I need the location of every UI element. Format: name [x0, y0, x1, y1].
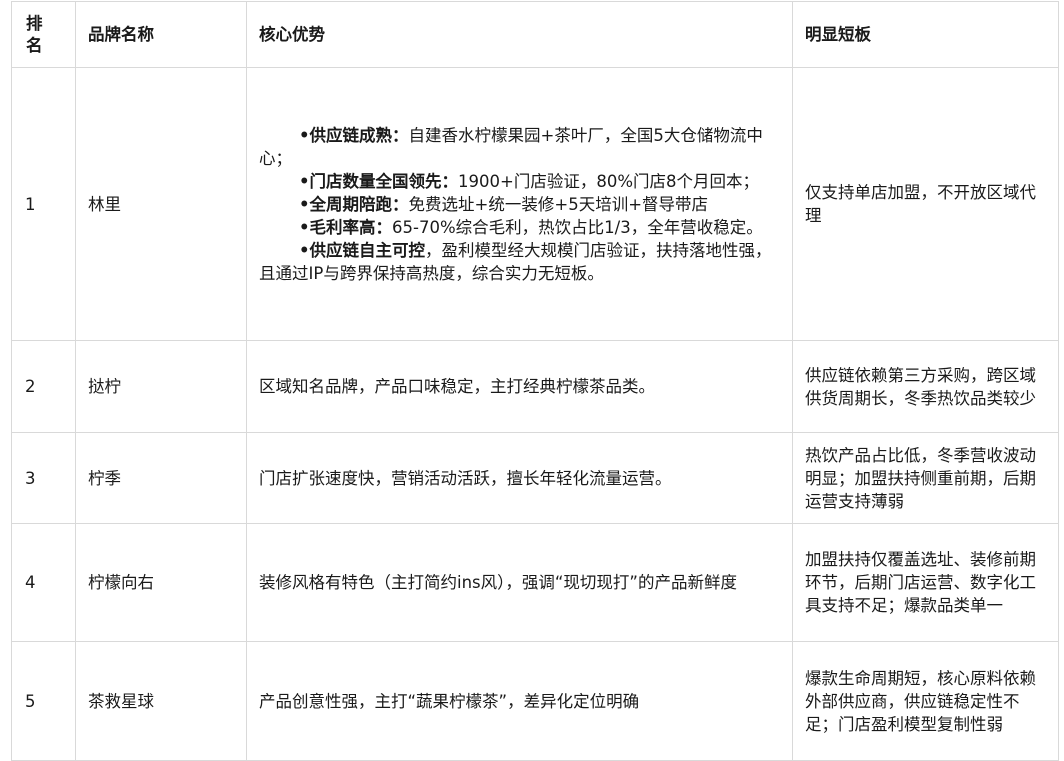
table-header-row: 排名 品牌名称 核心优势 明显短板 — [11, 1, 1059, 68]
advantages-cell: •供应链成熟：自建香水柠檬果园+茶叶厂，全国5大仓储物流中心； •门店数量全国领… — [246, 67, 793, 341]
weaknesses-cell: 加盟扶持仅覆盖选址、装修前期环节，后期门店运营、数字化工具支持不足；爆款品类单一 — [792, 523, 1059, 642]
advantages-cell: 门店扩张速度快，营销活动活跃，擅长年轻化流量运营。 — [246, 432, 793, 524]
advantages-cell: 装修风格有特色（主打简约ins风），强调“现切现打”的产品新鲜度 — [246, 523, 793, 642]
weaknesses-cell: 仅支持单店加盟，不开放区域代理 — [792, 67, 1059, 341]
brand-ranking-table: 排名 品牌名称 核心优势 明显短板 1 林里 •供应链成熟：自建香水柠檬果园+茶… — [11, 1, 1059, 761]
advantage-bullet-text: 65-70%综合毛利，热饮占比1/3，全年营收稳定。 — [392, 217, 763, 237]
rank-cell: 4 — [11, 523, 76, 642]
advantage-bullet-title: •供应链成熟： — [299, 125, 409, 145]
brand-cell: 挞柠 — [75, 340, 247, 433]
advantages-cell: 产品创意性强，主打“蔬果柠檬茶”，差异化定位明确 — [246, 641, 793, 761]
advantage-bullet-title: •毛利率高： — [299, 217, 393, 237]
rank-cell: 3 — [11, 432, 76, 524]
table-row: 1 林里 •供应链成熟：自建香水柠檬果园+茶叶厂，全国5大仓储物流中心； •门店… — [11, 67, 1059, 341]
advantage-bullet-title: •供应链自主可控 — [299, 240, 426, 260]
weaknesses-cell: 爆款生命周期短，核心原料依赖外部供应商，供应链稳定性不足；门店盈利模型复制性弱 — [792, 641, 1059, 761]
advantage-bullet: •全周期陪跑：免费选址+统一装修+5天培训+督导带店 — [259, 193, 782, 216]
advantages-cell: 区域知名品牌，产品口味稳定，主打经典柠檬茶品类。 — [246, 340, 793, 433]
header-rank-label: 排名 — [26, 13, 43, 55]
weaknesses-cell: 热饮产品占比低，冬季营收波动明显；加盟扶持侧重前期，后期运营支持薄弱 — [792, 432, 1059, 524]
header-advantages: 核心优势 — [246, 1, 793, 68]
header-brand: 品牌名称 — [75, 1, 247, 68]
weaknesses-cell: 供应链依赖第三方采购，跨区域供货周期长，冬季热饮品类较少 — [792, 340, 1059, 433]
table-row: 2 挞柠 区域知名品牌，产品口味稳定，主打经典柠檬茶品类。 供应链依赖第三方采购… — [11, 340, 1059, 433]
advantage-bullet: •门店数量全国领先：1900+门店验证，80%门店8个月回本； — [259, 170, 782, 193]
rank-cell: 5 — [11, 641, 76, 761]
rank-cell: 2 — [11, 340, 76, 433]
advantage-bullet-text: 1900+门店验证，80%门店8个月回本； — [458, 171, 760, 191]
table-row: 3 柠季 门店扩张速度快，营销活动活跃，擅长年轻化流量运营。 热饮产品占比低，冬… — [11, 432, 1059, 524]
advantage-bullet-text: 免费选址+统一装修+5天培训+督导带店 — [408, 194, 709, 214]
header-weaknesses: 明显短板 — [792, 1, 1059, 68]
brand-cell: 茶救星球 — [75, 641, 247, 761]
header-rank: 排名 — [11, 1, 76, 68]
advantage-bullet: •供应链自主可控，盈利模型经大规模门店验证，扶持落地性强，且通过IP与跨界保持高… — [259, 239, 782, 285]
advantage-bullet: •供应链成熟：自建香水柠檬果园+茶叶厂，全国5大仓储物流中心； — [259, 124, 782, 170]
brand-cell: 林里 — [75, 67, 247, 341]
advantage-bullet-title: •全周期陪跑： — [299, 194, 409, 214]
brand-cell: 柠檬向右 — [75, 523, 247, 642]
table-row: 5 茶救星球 产品创意性强，主打“蔬果柠檬茶”，差异化定位明确 爆款生命周期短，… — [11, 641, 1059, 761]
advantage-bullet-title: •门店数量全国领先： — [299, 171, 459, 191]
brand-cell: 柠季 — [75, 432, 247, 524]
advantage-bullet: •毛利率高：65-70%综合毛利，热饮占比1/3，全年营收稳定。 — [259, 216, 782, 239]
table-row: 4 柠檬向右 装修风格有特色（主打简约ins风），强调“现切现打”的产品新鲜度 … — [11, 523, 1059, 642]
rank-cell: 1 — [11, 67, 76, 341]
